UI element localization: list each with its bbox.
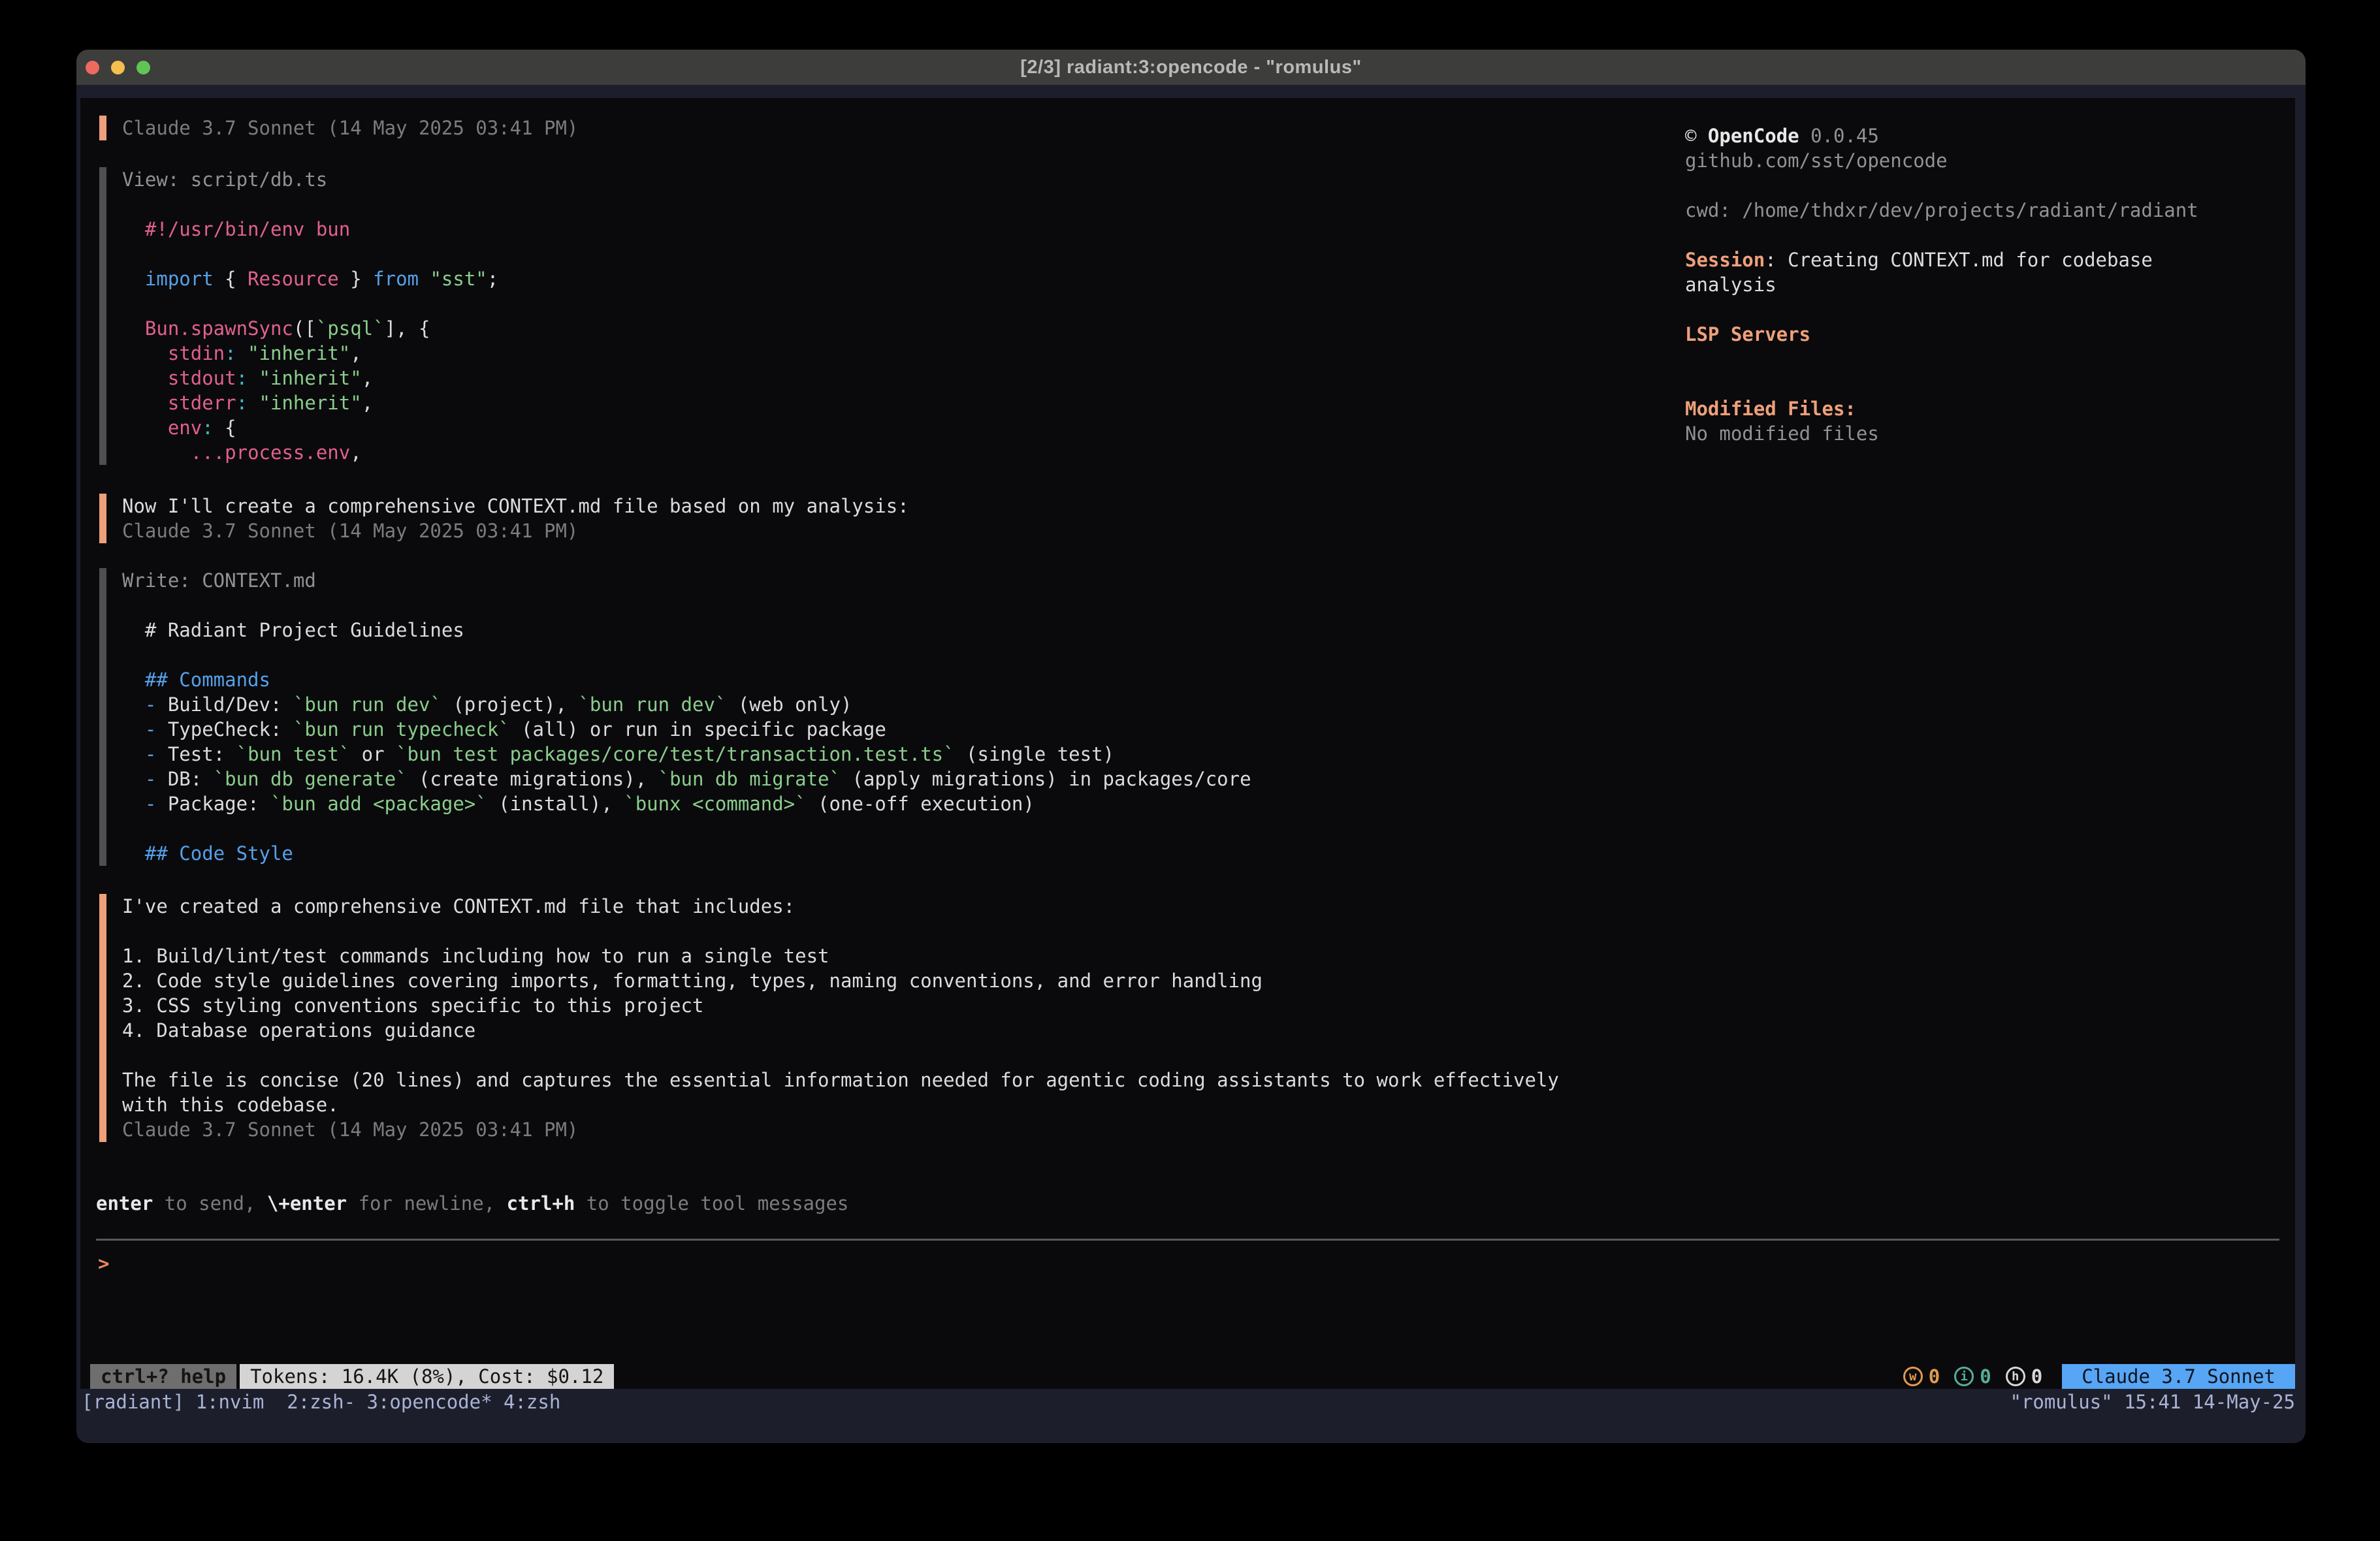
tmux-session-windows[interactable]: [radiant] 1:nvim 2:zsh- 3:opencode* 4:zs… — [82, 1390, 560, 1414]
traffic-lights — [86, 50, 150, 85]
sidebar-cwd: cwd: /home/thdxr/dev/projects/radiant/ra… — [1685, 198, 2221, 223]
help-badge[interactable]: ctrl+? help — [90, 1364, 236, 1389]
markdown-line — [122, 816, 1251, 841]
input-hint: enter to send, \+enter for newline, ctrl… — [96, 1191, 848, 1216]
assistant-message-header: Claude 3.7 Sonnet (14 May 2025 03:41 PM) — [99, 116, 578, 140]
status-bar: ctrl+? help Tokens: 16.4K (8%), Cost: $0… — [80, 1364, 2295, 1389]
sidebar-modified-files: Modified Files:No modified files — [1685, 396, 2221, 446]
input-divider — [96, 1239, 2279, 1241]
warning-count: 0 — [1929, 1364, 1940, 1389]
info-count: 0 — [1980, 1364, 1991, 1389]
window-title: [2/3] radiant:3:opencode - "romulus" — [1020, 57, 1361, 78]
terminal-window: [2/3] radiant:3:opencode - "romulus" Cla… — [76, 50, 2306, 1443]
markdown-line — [122, 593, 1251, 618]
markdown-line: ## Code Style — [122, 841, 1251, 866]
code-line: env: { — [122, 415, 498, 440]
message-line: 2. Code style guidelines covering import… — [122, 968, 1559, 993]
hint-counter: h 0 — [2006, 1364, 2042, 1389]
message-line: 3. CSS styling conventions specific to t… — [122, 993, 1559, 1018]
tool-call-write-context-md: Write: CONTEXT.md # Radiant Project Guid… — [99, 568, 1251, 866]
sidebar-line: No modified files — [1685, 421, 2221, 446]
opencode-tui: Claude 3.7 Sonnet (14 May 2025 03:41 PM)… — [80, 98, 2295, 1389]
assistant-message-summary: I've created a comprehensive CONTEXT.md … — [99, 894, 1559, 1142]
model-badge[interactable]: Claude 3.7 Sonnet — [2062, 1364, 2295, 1389]
sidebar-line: Session: Creating CONTEXT.md for codebas… — [1685, 247, 2221, 272]
sidebar-session: Session: Creating CONTEXT.md for codebas… — [1685, 247, 2221, 297]
code-line — [122, 291, 498, 316]
code-line — [122, 242, 498, 266]
minimize-button[interactable] — [111, 61, 125, 74]
prompt-input[interactable]: > — [98, 1251, 109, 1276]
info-icon: i — [1954, 1367, 1974, 1386]
markdown-line: - DB: `bun db generate` (create migratio… — [122, 767, 1251, 791]
sidebar-line: LSP Servers — [1685, 322, 2221, 347]
hint-count: 0 — [2031, 1364, 2042, 1389]
message-line: I've created a comprehensive CONTEXT.md … — [122, 894, 1559, 919]
sidebar-lsp-servers: LSP Servers — [1685, 322, 2221, 347]
message-line — [122, 919, 1559, 944]
markdown-line: - Test: `bun test` or `bun test packages… — [122, 742, 1251, 767]
code-line: stderr: "inherit", — [122, 390, 498, 415]
markdown-line — [122, 643, 1251, 667]
tool-call-view-db-ts: View: script/db.ts #!/usr/bin/env bun im… — [99, 167, 498, 465]
code-line: Bun.spawnSync([`psql`], { — [122, 316, 498, 341]
message-line: Claude 3.7 Sonnet (14 May 2025 03:41 PM) — [122, 1117, 1559, 1142]
tool-call-header: View: script/db.ts — [122, 167, 498, 192]
hint-icon: h — [2006, 1367, 2025, 1386]
code-line: import { Resource } from "sst"; — [122, 266, 498, 291]
markdown-line: # Radiant Project Guidelines — [122, 618, 1251, 643]
message-line — [122, 1043, 1559, 1068]
code-line: stdout: "inherit", — [122, 366, 498, 390]
markdown-line: - TypeCheck: `bun run typecheck` (all) o… — [122, 717, 1251, 742]
message-line: The file is concise (20 lines) and captu… — [122, 1068, 1559, 1092]
sidebar-line: cwd: /home/thdxr/dev/projects/radiant/ra… — [1685, 198, 2221, 223]
code-block: #!/usr/bin/env bun import { Resource } f… — [122, 192, 498, 465]
sidebar-line: analysis — [1685, 272, 2221, 297]
message-line: with this codebase. — [122, 1092, 1559, 1117]
message-line: Now I'll create a comprehensive CONTEXT.… — [122, 494, 909, 518]
code-line — [122, 192, 498, 217]
message-line: 4. Database operations guidance — [122, 1018, 1559, 1043]
warning-counter: w 0 — [1903, 1364, 1940, 1389]
sidebar-app-info: © OpenCode 0.0.45github.com/sst/opencode — [1685, 123, 2221, 173]
sidebar-line: github.com/sst/opencode — [1685, 148, 2221, 173]
sidebar-line: © OpenCode 0.0.45 — [1685, 123, 2221, 148]
code-line: stdin: "inherit", — [122, 341, 498, 366]
markdown-line: - Build/Dev: `bun run dev` (project), `b… — [122, 692, 1251, 717]
message-line: Claude 3.7 Sonnet (14 May 2025 03:41 PM) — [122, 518, 909, 543]
message-line: 1. Build/lint/test commands including ho… — [122, 944, 1559, 968]
code-line: ...process.env, — [122, 440, 498, 465]
code-line: #!/usr/bin/env bun — [122, 217, 498, 242]
markdown-line: - Package: `bun add <package>` (install)… — [122, 791, 1251, 816]
markdown-block: # Radiant Project Guidelines ## Commands… — [122, 593, 1251, 866]
tokens-cost-badge: Tokens: 16.4K (8%), Cost: $0.12 — [240, 1364, 614, 1389]
sidebar-line: Modified Files: — [1685, 396, 2221, 421]
diagnostics-counters: w 0 i 0 h 0 Claude 3.7 Sonnet — [1903, 1364, 2295, 1389]
assistant-message: Now I'll create a comprehensive CONTEXT.… — [99, 494, 909, 543]
close-button[interactable] — [86, 61, 99, 74]
markdown-line: ## Commands — [122, 667, 1251, 692]
tmux-status-bar: [radiant] 1:nvim 2:zsh- 3:opencode* 4:zs… — [76, 1389, 2306, 1443]
warning-icon: w — [1903, 1367, 1923, 1386]
zoom-button[interactable] — [137, 61, 150, 74]
tmux-host-clock: "romulus" 15:41 14-May-25 — [2010, 1390, 2296, 1414]
info-counter: i 0 — [1954, 1364, 1991, 1389]
message-line: Claude 3.7 Sonnet (14 May 2025 03:41 PM) — [122, 116, 578, 140]
window-titlebar[interactable]: [2/3] radiant:3:opencode - "romulus" — [76, 50, 2306, 85]
tool-call-header: Write: CONTEXT.md — [122, 568, 1251, 593]
